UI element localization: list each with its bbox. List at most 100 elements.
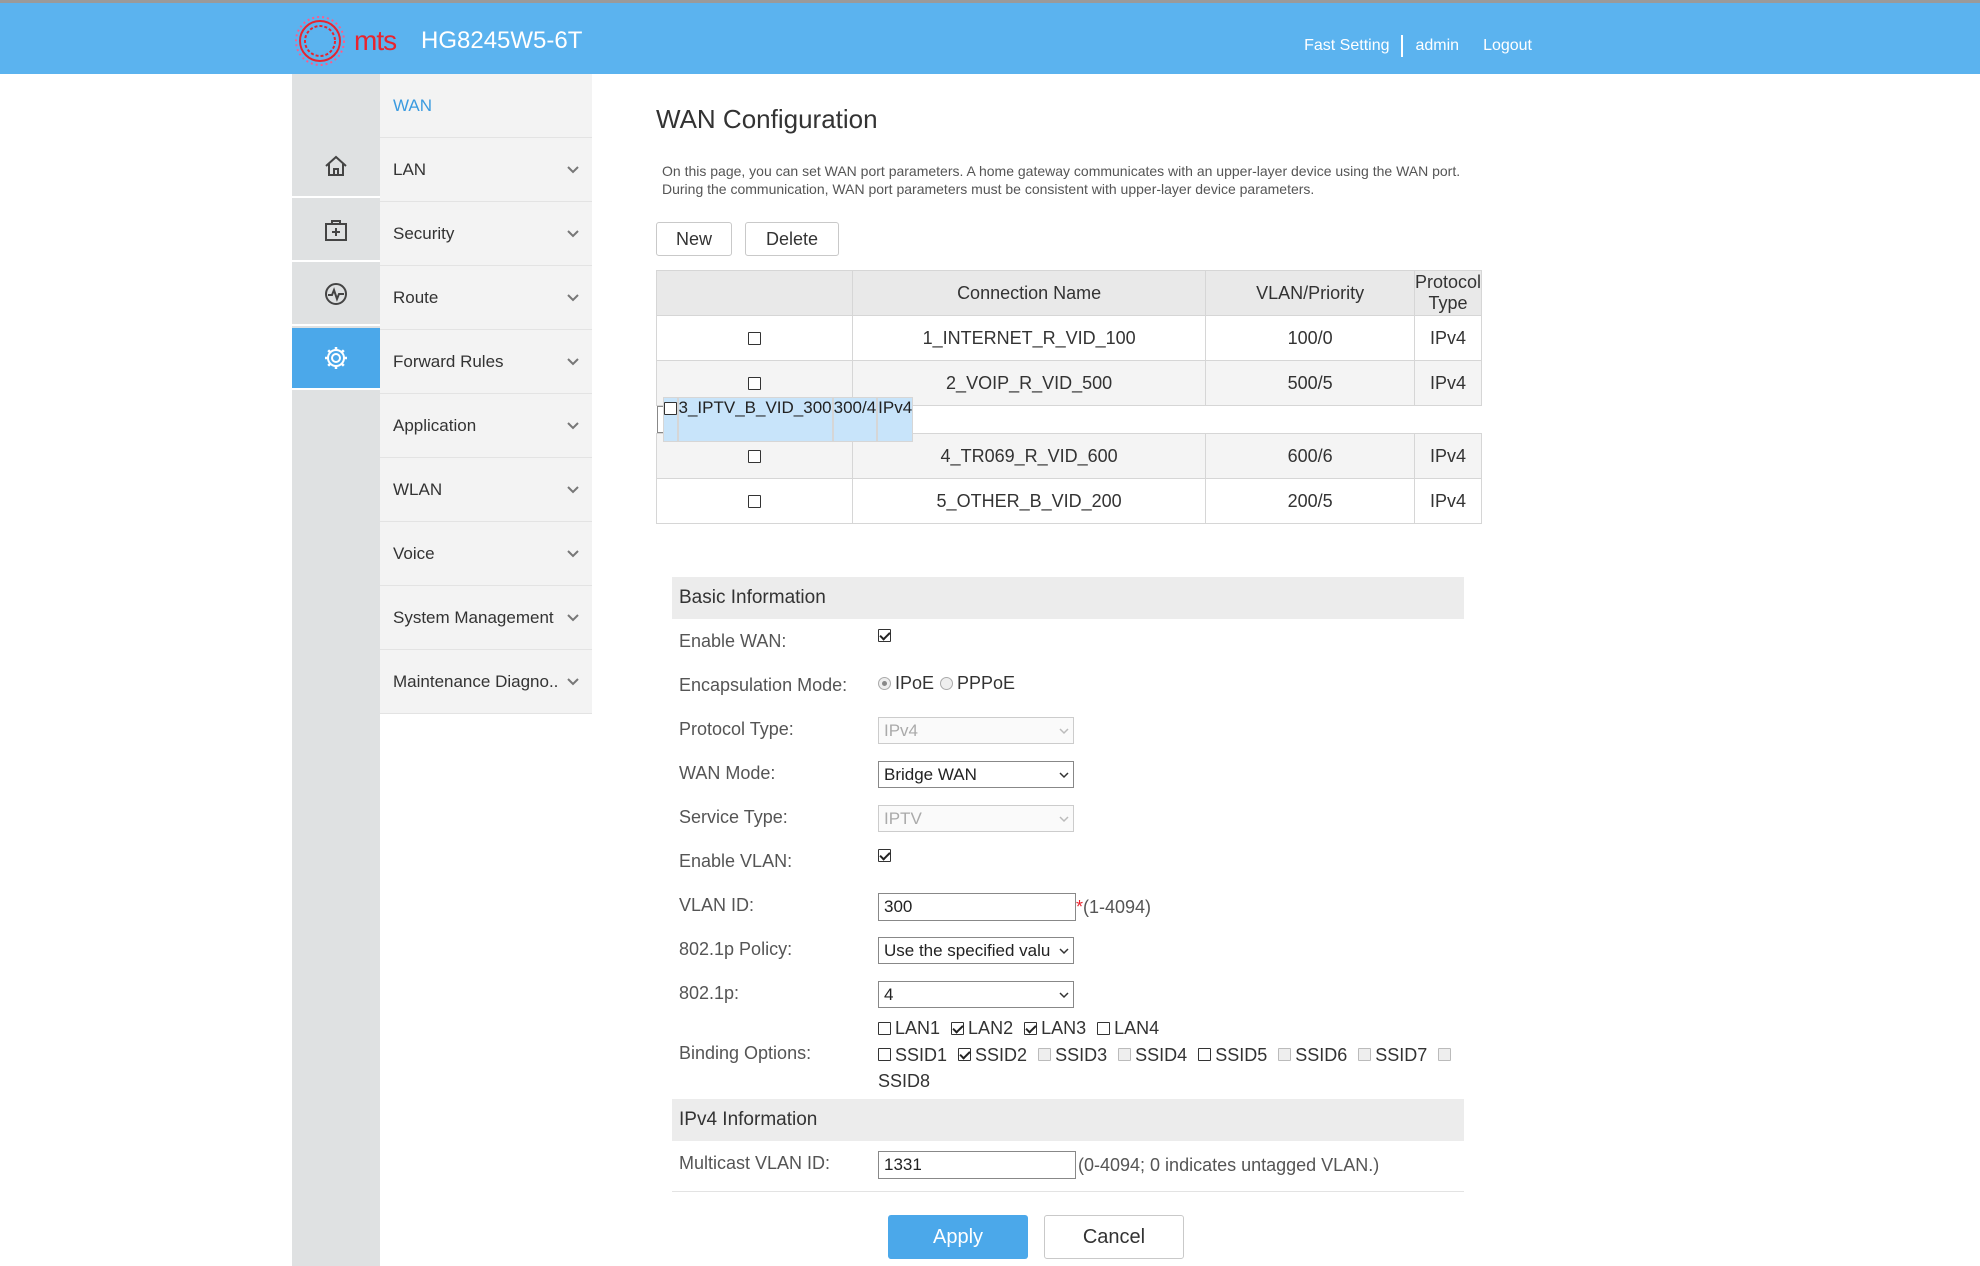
rail-advanced[interactable] — [292, 328, 394, 390]
vlan-id-input[interactable]: 300 — [878, 893, 1076, 921]
enable-wan-checkbox[interactable] — [878, 629, 891, 642]
sidebar-item-wlan[interactable]: WLAN — [380, 458, 592, 522]
row-checkbox[interactable] — [748, 377, 761, 391]
apply-button[interactable]: Apply — [888, 1215, 1028, 1259]
connection-name-cell: 3_IPTV_B_VID_300 — [677, 397, 833, 442]
new-button[interactable]: New — [656, 222, 732, 256]
priority-row: 802.1p: 4 — [672, 971, 1464, 1015]
enable-vlan-checkbox[interactable] — [878, 849, 891, 862]
category-rail — [292, 74, 394, 1266]
encapsulation-row: Encapsulation Mode: IPoE PPPoE — [672, 663, 1464, 707]
sidebar-item-wan[interactable]: WAN — [380, 74, 592, 138]
lan4-checkbox[interactable] — [1097, 1021, 1111, 1035]
multicast-vlan-hint: (0-4094; 0 indicates untagged VLAN.) — [1078, 1154, 1380, 1175]
chevron-down-icon — [1059, 771, 1069, 778]
admin-link[interactable]: admin — [1415, 37, 1459, 55]
rail-status[interactable] — [292, 264, 380, 326]
ssid6-checkbox[interactable] — [1278, 1048, 1292, 1061]
sidebar-item-application[interactable]: Application — [380, 394, 592, 458]
row-checkbox[interactable] — [663, 402, 677, 416]
rail-maintenance[interactable] — [292, 200, 380, 262]
ipv4-information-header: IPv4 Information — [672, 1099, 1464, 1141]
chevron-down-icon — [567, 421, 579, 429]
lan3-label: LAN3 — [1041, 1018, 1087, 1038]
sidebar-item-route[interactable]: Route — [380, 266, 592, 330]
delete-button[interactable]: Delete — [745, 222, 839, 256]
chevron-down-icon — [567, 165, 579, 173]
chevron-down-icon — [567, 485, 579, 493]
wan-mode-select[interactable]: Bridge WAN — [878, 761, 1074, 788]
ssid4-label: SSID4 — [1135, 1044, 1188, 1065]
wan-mode-value: Bridge WAN — [884, 764, 977, 784]
lan1-checkbox[interactable] — [878, 1021, 891, 1035]
sidebar-item-voice[interactable]: Voice — [380, 522, 592, 586]
binding-options-group: LAN1 LAN2 LAN3 LAN4 SSID1 SSID2 SSID3 SS… — [878, 1015, 1458, 1094]
row-checkbox[interactable] — [748, 495, 761, 509]
lan2-label: LAN2 — [968, 1018, 1014, 1038]
table-row[interactable]: 5_OTHER_B_VID_200 200/5 IPv4 — [656, 478, 1483, 524]
sidebar-item-lan[interactable]: LAN — [380, 138, 592, 202]
ssid1-checkbox[interactable] — [878, 1048, 891, 1061]
logout-link[interactable]: Logout — [1483, 37, 1532, 55]
multicast-vlan-input[interactable]: 1331 — [878, 1151, 1076, 1179]
device-model: HG8245W5-6T — [421, 27, 583, 54]
chevron-down-icon — [1059, 727, 1069, 734]
table-row-selected[interactable]: 3_IPTV_B_VID_300 300/4 IPv4 — [656, 397, 914, 442]
row-checkbox[interactable] — [748, 450, 761, 464]
multicast-vlan-label: Multicast VLAN ID: — [679, 1153, 831, 1173]
vlan-id-label: VLAN ID: — [679, 895, 755, 915]
protocol-type-row: Protocol Type: IPv4 — [672, 707, 1464, 751]
protocol-type-cell: IPv4 — [1413, 478, 1483, 524]
cancel-button[interactable]: Cancel — [1044, 1215, 1184, 1259]
ssid3-checkbox[interactable] — [1038, 1048, 1052, 1061]
protocol-type-select[interactable]: IPv4 — [878, 717, 1074, 744]
brand-name: mts — [354, 25, 397, 56]
ssid6-label: SSID6 — [1295, 1044, 1348, 1065]
rail-home[interactable] — [292, 136, 380, 198]
policy-select[interactable]: Use the specified valu — [878, 937, 1074, 964]
sidebar-item-forward-rules[interactable]: Forward Rules — [380, 330, 592, 394]
ssid7-label: SSID7 — [1375, 1044, 1428, 1065]
ipoe-radio[interactable] — [878, 677, 891, 690]
ssid2-checkbox[interactable] — [958, 1048, 972, 1061]
chevron-down-icon — [567, 613, 579, 621]
protocol-type-cell: IPv4 — [1413, 433, 1483, 479]
pppoe-label: PPPoE — [957, 673, 1016, 693]
gear-icon — [325, 347, 347, 369]
policy-value: Use the specified valu — [884, 940, 1051, 960]
table-row[interactable]: 1_INTERNET_R_VID_100 100/0 IPv4 — [656, 315, 1483, 361]
ssid2-label: SSID2 — [975, 1044, 1028, 1065]
ssid7-checkbox[interactable] — [1358, 1048, 1372, 1061]
lan2-checkbox[interactable] — [951, 1021, 965, 1035]
column-header-protocol-type: Protocol Type — [1413, 270, 1483, 316]
ipoe-label: IPoE — [895, 673, 935, 693]
lan3-checkbox[interactable] — [1024, 1021, 1038, 1035]
encapsulation-label: Encapsulation Mode: — [679, 675, 848, 695]
sidebar-item-system-management[interactable]: System Management — [380, 586, 592, 650]
service-type-select[interactable]: IPTV — [878, 805, 1074, 832]
sidebar-item-label: Voice — [393, 543, 435, 563]
wan-mode-label: WAN Mode: — [679, 763, 776, 783]
pppoe-radio[interactable] — [940, 677, 954, 690]
ssid4-checkbox[interactable] — [1118, 1048, 1132, 1061]
sidebar-item-security[interactable]: Security — [380, 202, 592, 266]
wan-mode-row: WAN Mode: Bridge WAN — [672, 751, 1464, 795]
sidebar-item-label: LAN — [393, 159, 427, 179]
chevron-down-icon — [567, 293, 579, 301]
fast-setting-link[interactable]: Fast Setting — [1304, 37, 1389, 55]
priority-select[interactable]: 4 — [878, 981, 1074, 1008]
protocol-type-label: Protocol Type: — [679, 719, 794, 739]
sidebar-item-maintenance[interactable]: Maintenance Diagno.. — [380, 650, 592, 714]
ssid8-checkbox[interactable] — [1438, 1048, 1452, 1061]
row-checkbox[interactable] — [748, 332, 761, 346]
sidebar-item-label: Application — [393, 415, 477, 435]
binding-options-label: Binding Options: — [679, 1043, 812, 1063]
ssid5-checkbox[interactable] — [1198, 1048, 1212, 1061]
page-description: On this page, you can set WAN port param… — [662, 163, 1461, 197]
ssid1-label: SSID1 — [895, 1044, 948, 1065]
chevron-down-icon — [1059, 815, 1069, 822]
ssid5-label: SSID5 — [1215, 1044, 1268, 1065]
connection-name-cell: 1_INTERNET_R_VID_100 — [851, 315, 1207, 361]
enable-vlan-row: Enable VLAN: — [672, 839, 1464, 883]
priority-label: 802.1p: — [679, 983, 740, 1003]
